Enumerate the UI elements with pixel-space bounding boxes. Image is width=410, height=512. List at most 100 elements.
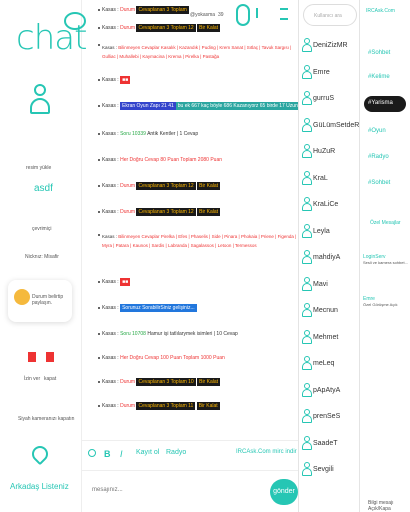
user-item[interactable]: Mavi — [299, 273, 359, 299]
user-item[interactable]: GüLümSetdeRie — [299, 114, 359, 140]
room-item[interactable]: #Sohbet — [364, 46, 406, 62]
user-item[interactable]: prenSeS — [299, 405, 359, 431]
room-item-active[interactable]: #Yarisma — [364, 96, 406, 112]
message-row: Kasas : Soru 10708 Hamur işi tatlılaryme… — [82, 324, 298, 348]
friends-title[interactable]: Arkadaş Listeniz — [10, 482, 69, 491]
message-toolbar: B I Kayıt ol Radyo IRCAsk.Com mirc indir — [82, 440, 298, 468]
user-item[interactable]: Mehmet — [299, 326, 359, 352]
user-name: prenSeS — [313, 413, 341, 420]
user-avatar-icon — [302, 91, 312, 105]
room-item[interactable]: #Sohbet — [364, 176, 406, 192]
volume-icon[interactable] — [256, 8, 264, 18]
smiley-icon — [14, 289, 30, 305]
user-avatar-icon — [302, 462, 312, 476]
user-item[interactable]: HuZuR — [299, 140, 359, 166]
info-toggle[interactable]: Bilgi mesajı Açık/Kapa — [368, 500, 410, 512]
nick-info: Nicknız: Misafir — [25, 254, 59, 260]
kayit-button[interactable]: Kayıt ol — [136, 449, 159, 456]
user-item[interactable]: Leyla — [299, 220, 359, 246]
user-item[interactable]: pApAtyA — [299, 379, 359, 405]
left-panel: chat resim yükle asdf çevrimiçi Nicknız:… — [0, 0, 87, 512]
pm-note[interactable]: LoginServ Sesli ve kamera sohbet... — [363, 254, 409, 265]
user-item[interactable]: mahdiyA — [299, 246, 359, 272]
user-item[interactable]: KraLiCe — [299, 193, 359, 219]
chat-messages: Kasas : Durum Cevaplanan 3 Toplam Kasas … — [82, 0, 298, 436]
pm-note[interactable]: Emre Özel Görüşme Açık — [363, 296, 409, 307]
user-avatar-icon — [302, 144, 312, 158]
message-input[interactable] — [92, 487, 262, 493]
mirc-link[interactable]: IRCAsk.Com mirc indir — [236, 449, 297, 455]
user-name: mahdiyA — [313, 254, 341, 261]
user-avatar-icon — [302, 170, 312, 185]
user-avatar-icon — [302, 64, 312, 79]
mood-text: Durum belirtip paylaşın. — [32, 294, 64, 306]
room-item[interactable]: #Radyo — [364, 150, 406, 166]
menu-icon[interactable] — [280, 8, 288, 20]
user-item[interactable]: SaadeT — [299, 432, 359, 458]
user-name: pApAtyA — [313, 386, 341, 394]
italic-button[interactable]: I — [120, 449, 123, 459]
mood-box[interactable]: Durum belirtip paylaşın. — [8, 280, 72, 322]
radio-button[interactable]: Radyo — [166, 449, 186, 456]
user-item[interactable]: KraL — [299, 167, 359, 193]
user-name: HuZuR — [313, 148, 336, 155]
user-avatar-icon — [302, 435, 312, 450]
user-avatar-icon — [302, 117, 312, 132]
user-name: Mehmet — [313, 333, 339, 341]
user-name: KraL — [313, 174, 328, 182]
camera-allow-label[interactable]: İzin ver — [24, 376, 40, 382]
user-name: DeniZizMR — [313, 42, 348, 49]
message-row: Kasas : Her Doğru Cevap 100 Puan Toplam … — [82, 348, 298, 372]
user-avatar-icon — [302, 250, 312, 264]
user-name: gurruS — [313, 95, 335, 102]
bold-button[interactable]: B — [104, 449, 111, 459]
user-item[interactable]: Mecnun — [299, 299, 359, 325]
user-avatar-icon — [302, 223, 312, 238]
user-item[interactable]: gurruS — [299, 87, 359, 113]
user-item[interactable]: Sevgili — [299, 458, 359, 484]
username: asdf — [34, 183, 53, 194]
status-select[interactable]: çevrimiçi — [32, 226, 51, 232]
user-name: Sevgili — [313, 466, 334, 473]
room-item[interactable]: #Kelime — [364, 70, 406, 86]
user-avatar-icon — [302, 356, 312, 370]
user-avatar-icon — [302, 276, 312, 291]
user-name: Mecnun — [313, 307, 338, 314]
user-name: KraLiCe — [313, 201, 339, 208]
user-item[interactable]: meLeq — [299, 352, 359, 378]
camera-note: Siyah kameranızı kapatın — [18, 416, 75, 422]
rooms-panel: IRCAsk.Com #Sohbet #Kelime #Yarisma #Oyu… — [360, 0, 410, 512]
top-count: 39 — [218, 12, 224, 18]
user-avatar-icon — [302, 197, 312, 211]
music-icon[interactable] — [236, 4, 250, 26]
send-button[interactable]: gönder — [270, 479, 298, 505]
message-row: Kasas : Her Doğru Cevap 80 Puan Toplam 2… — [82, 150, 298, 176]
heart-icon — [28, 442, 52, 466]
message-row: Kasas : Durum Cevaplanan 3 Toplam 11 Bir… — [82, 396, 298, 420]
user-avatar-icon — [302, 329, 312, 344]
emoji-icon[interactable] — [88, 449, 96, 457]
user-avatar-icon — [302, 382, 312, 397]
message-row: Kasas : ■■ — [82, 70, 298, 96]
user-name: Mavi — [313, 280, 328, 288]
camera-off-icon[interactable] — [46, 352, 54, 362]
user-list: Kullanıcı ara DeniZizMR Emre gurruS GüLümSe… — [298, 0, 360, 512]
top-user: @yokasma — [190, 12, 216, 18]
app-logo: chat — [16, 12, 87, 58]
upload-photo-label[interactable]: resim yükle — [26, 165, 51, 171]
camera-on-icon[interactable] — [28, 352, 36, 362]
message-row: Kasas : Soru 10339 Antik Kentler | 1 Cev… — [82, 124, 298, 150]
user-item[interactable]: Emre — [299, 61, 359, 87]
camera-close-label[interactable]: kapat — [44, 376, 56, 382]
user-name: SaadeT — [313, 439, 338, 447]
user-search-input[interactable]: Kullanıcı ara — [303, 4, 357, 26]
message-row: Kasas : Durum Cevaplanan 3 Toplam 12 Bir… — [82, 176, 298, 202]
user-name: meLeq — [313, 360, 335, 367]
user-item[interactable]: DeniZizMR — [299, 34, 359, 60]
avatar-icon[interactable] — [28, 84, 52, 120]
room-item[interactable]: #Oyun — [364, 124, 406, 140]
message-row: Kasas : Sorunuz SorabilirSiniz gelişiniz… — [82, 298, 298, 324]
private-messages-label[interactable]: Özel Mesajlar — [370, 220, 401, 226]
message-input-row: gönder — [82, 470, 300, 512]
server-title: IRCAsk.Com — [366, 8, 395, 14]
